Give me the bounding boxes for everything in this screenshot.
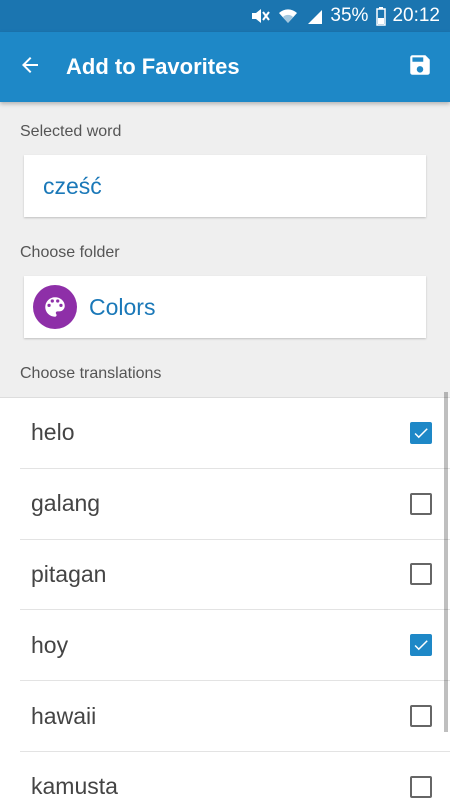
choose-translations-label: Choose translations [20,365,162,382]
translation-item[interactable]: kamusta [20,752,450,800]
translation-text: helo [31,419,75,446]
check-icon [414,428,428,439]
page-title: Add to Favorites [66,54,240,79]
translation-item[interactable]: pitagan [20,540,450,611]
checkbox-checked[interactable] [410,634,432,657]
arrow-back-icon [18,53,42,82]
selected-word-label: Selected word [20,123,122,140]
check-icon [414,640,428,651]
back-button[interactable] [0,32,60,102]
clock: 20:12 [392,5,440,26]
translation-text: pitagan [31,560,107,587]
translation-item[interactable]: hawaii [20,681,450,752]
selected-word-value: cześć [43,172,102,199]
folder-selector[interactable]: Colors [24,276,426,338]
translation-text: hawaii [31,702,97,729]
checkbox-unchecked[interactable] [410,705,432,728]
translation-item[interactable]: helo [20,398,450,469]
translation-item[interactable]: hoy [20,610,450,682]
translation-item[interactable]: galang [20,469,450,540]
scrollbar[interactable] [444,392,448,732]
mute-icon [250,7,271,25]
folder-name: Colors [89,293,156,320]
checkbox-unchecked[interactable] [410,492,432,515]
status-bar: 35% 20:12 [0,0,450,32]
signal-icon [306,7,324,25]
app-bar: Add to Favorites [0,32,450,102]
checkbox-checked[interactable] [410,421,432,444]
translation-text: galang [31,490,101,517]
wifi-icon [278,7,298,25]
battery-icon [376,6,387,26]
checkbox-unchecked[interactable] [410,563,432,586]
save-button[interactable] [390,32,450,102]
checkbox-unchecked[interactable] [410,775,432,798]
battery-percentage: 35% [330,5,369,26]
save-icon [407,52,433,83]
palette-icon [33,285,77,329]
translations-list: helo galang pitagan hoy hawaii kamusta [0,397,450,800]
main-content: Selected word cześć Choose folder Colors… [0,102,450,800]
choose-folder-label: Choose folder [20,244,120,261]
translation-text: kamusta [31,773,118,800]
selected-word-card[interactable]: cześć [24,155,426,217]
translation-text: hoy [31,631,69,658]
